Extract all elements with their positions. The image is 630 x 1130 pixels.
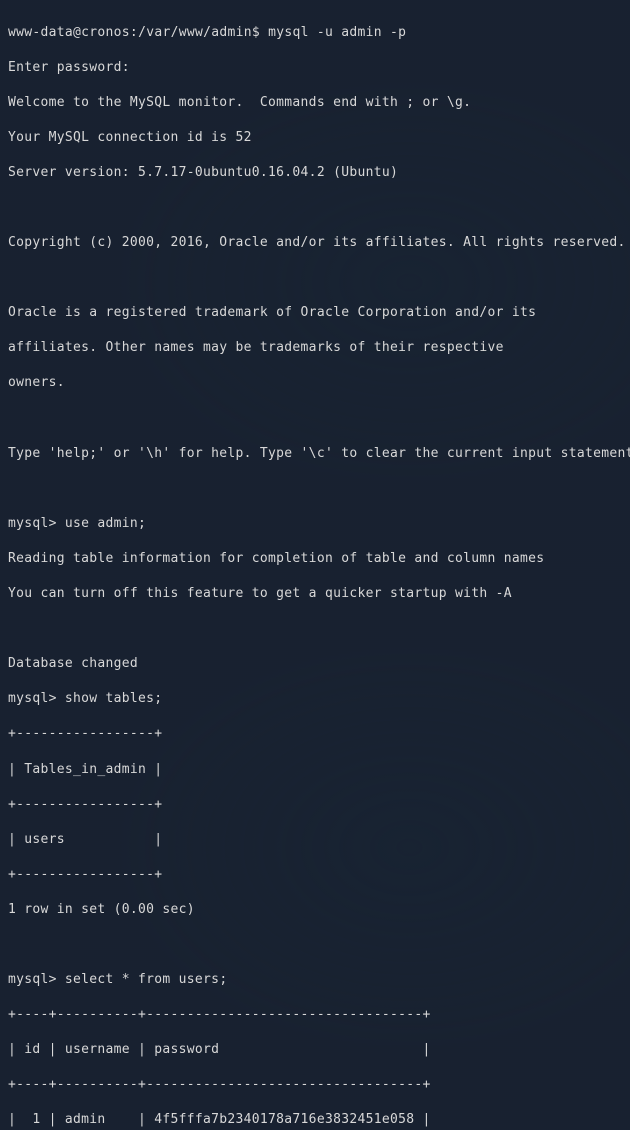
prompt-host: cronos (81, 25, 130, 40)
mysql-prompt: mysql> (8, 516, 57, 531)
tables-summary: 1 row in set (0.00 sec) (8, 901, 622, 919)
users-border: +----+----------+-----------------------… (8, 1076, 622, 1094)
shell-command: mysql -u admin -p (268, 25, 406, 40)
prompt-sep: $ (252, 25, 260, 40)
mysql-prompt: mysql> (8, 972, 57, 987)
prompt-path: /var/www/admin (138, 25, 252, 40)
tables-border: +-----------------+ (8, 725, 622, 743)
mysql-select-line: mysql> select * from users; (8, 971, 622, 989)
blank-line (8, 480, 622, 498)
mysql-prompt: mysql> (8, 691, 57, 706)
tables-row: | users | (8, 831, 622, 849)
tables-border: +-----------------+ (8, 796, 622, 814)
mysql-show-line: mysql> show tables; (8, 690, 622, 708)
oracle-line-3: owners. (8, 374, 622, 392)
help-line: Type 'help;' or '\h' for help. Type '\c'… (8, 445, 622, 463)
blank-line (8, 269, 622, 287)
db-changed-line: Database changed (8, 655, 622, 673)
oracle-line-1: Oracle is a registered trademark of Orac… (8, 304, 622, 322)
mysql-command: show tables; (65, 691, 163, 706)
turnoff-line: You can turn off this feature to get a q… (8, 585, 622, 603)
tables-header: | Tables_in_admin | (8, 761, 622, 779)
users-header: | id | username | password | (8, 1041, 622, 1059)
blank-line (8, 936, 622, 954)
shell-prompt-line: www-data@cronos:/var/www/admin$ mysql -u… (8, 24, 622, 42)
blank-line (8, 410, 622, 428)
blank-line (8, 199, 622, 217)
prompt-user: www-data (8, 25, 73, 40)
users-row: | 1 | admin | 4f5fffa7b2340178a716e38324… (8, 1111, 622, 1129)
connection-id-line: Your MySQL connection id is 52 (8, 129, 622, 147)
terminal-output[interactable]: www-data@cronos:/var/www/admin$ mysql -u… (8, 6, 622, 1130)
mysql-use-line: mysql> use admin; (8, 515, 622, 533)
server-version-line: Server version: 5.7.17-0ubuntu0.16.04.2 … (8, 164, 622, 182)
tables-border: +-----------------+ (8, 866, 622, 884)
mysql-command: select * from users; (65, 972, 228, 987)
enter-password-line: Enter password: (8, 59, 622, 77)
users-border: +----+----------+-----------------------… (8, 1006, 622, 1024)
welcome-line: Welcome to the MySQL monitor. Commands e… (8, 94, 622, 112)
mysql-command: use admin; (65, 516, 146, 531)
copyright-line: Copyright (c) 2000, 2016, Oracle and/or … (8, 234, 622, 252)
oracle-line-2: affiliates. Other names may be trademark… (8, 339, 622, 357)
blank-line (8, 620, 622, 638)
